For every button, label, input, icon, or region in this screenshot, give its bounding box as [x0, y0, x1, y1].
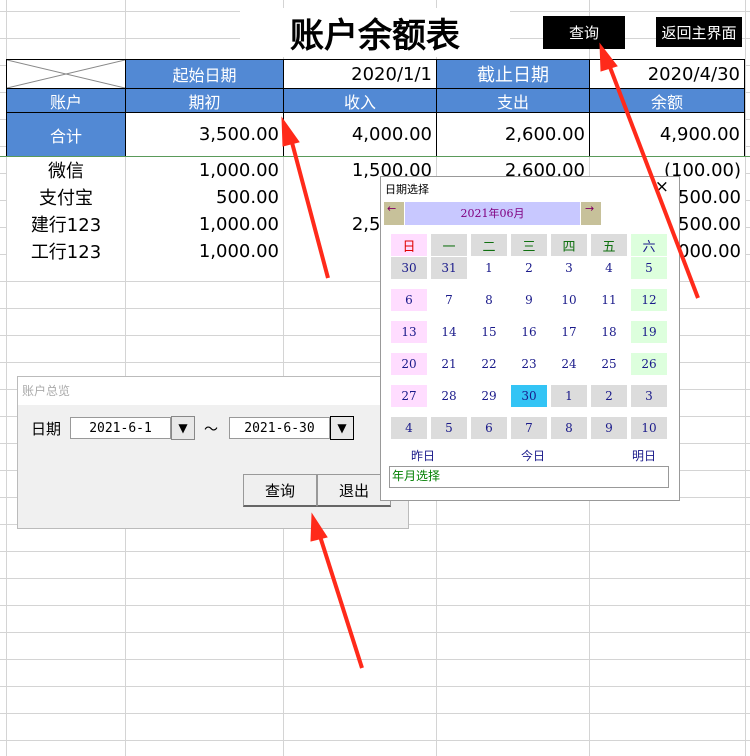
arrow-head — [310, 512, 328, 542]
arrow-to-query — [606, 61, 700, 299]
arrow-to-dialog — [316, 529, 364, 669]
arrow-to-total — [288, 134, 330, 279]
annotation-arrows — [281, 42, 700, 669]
arrow-head — [599, 42, 618, 72]
arrow-head — [281, 116, 300, 147]
